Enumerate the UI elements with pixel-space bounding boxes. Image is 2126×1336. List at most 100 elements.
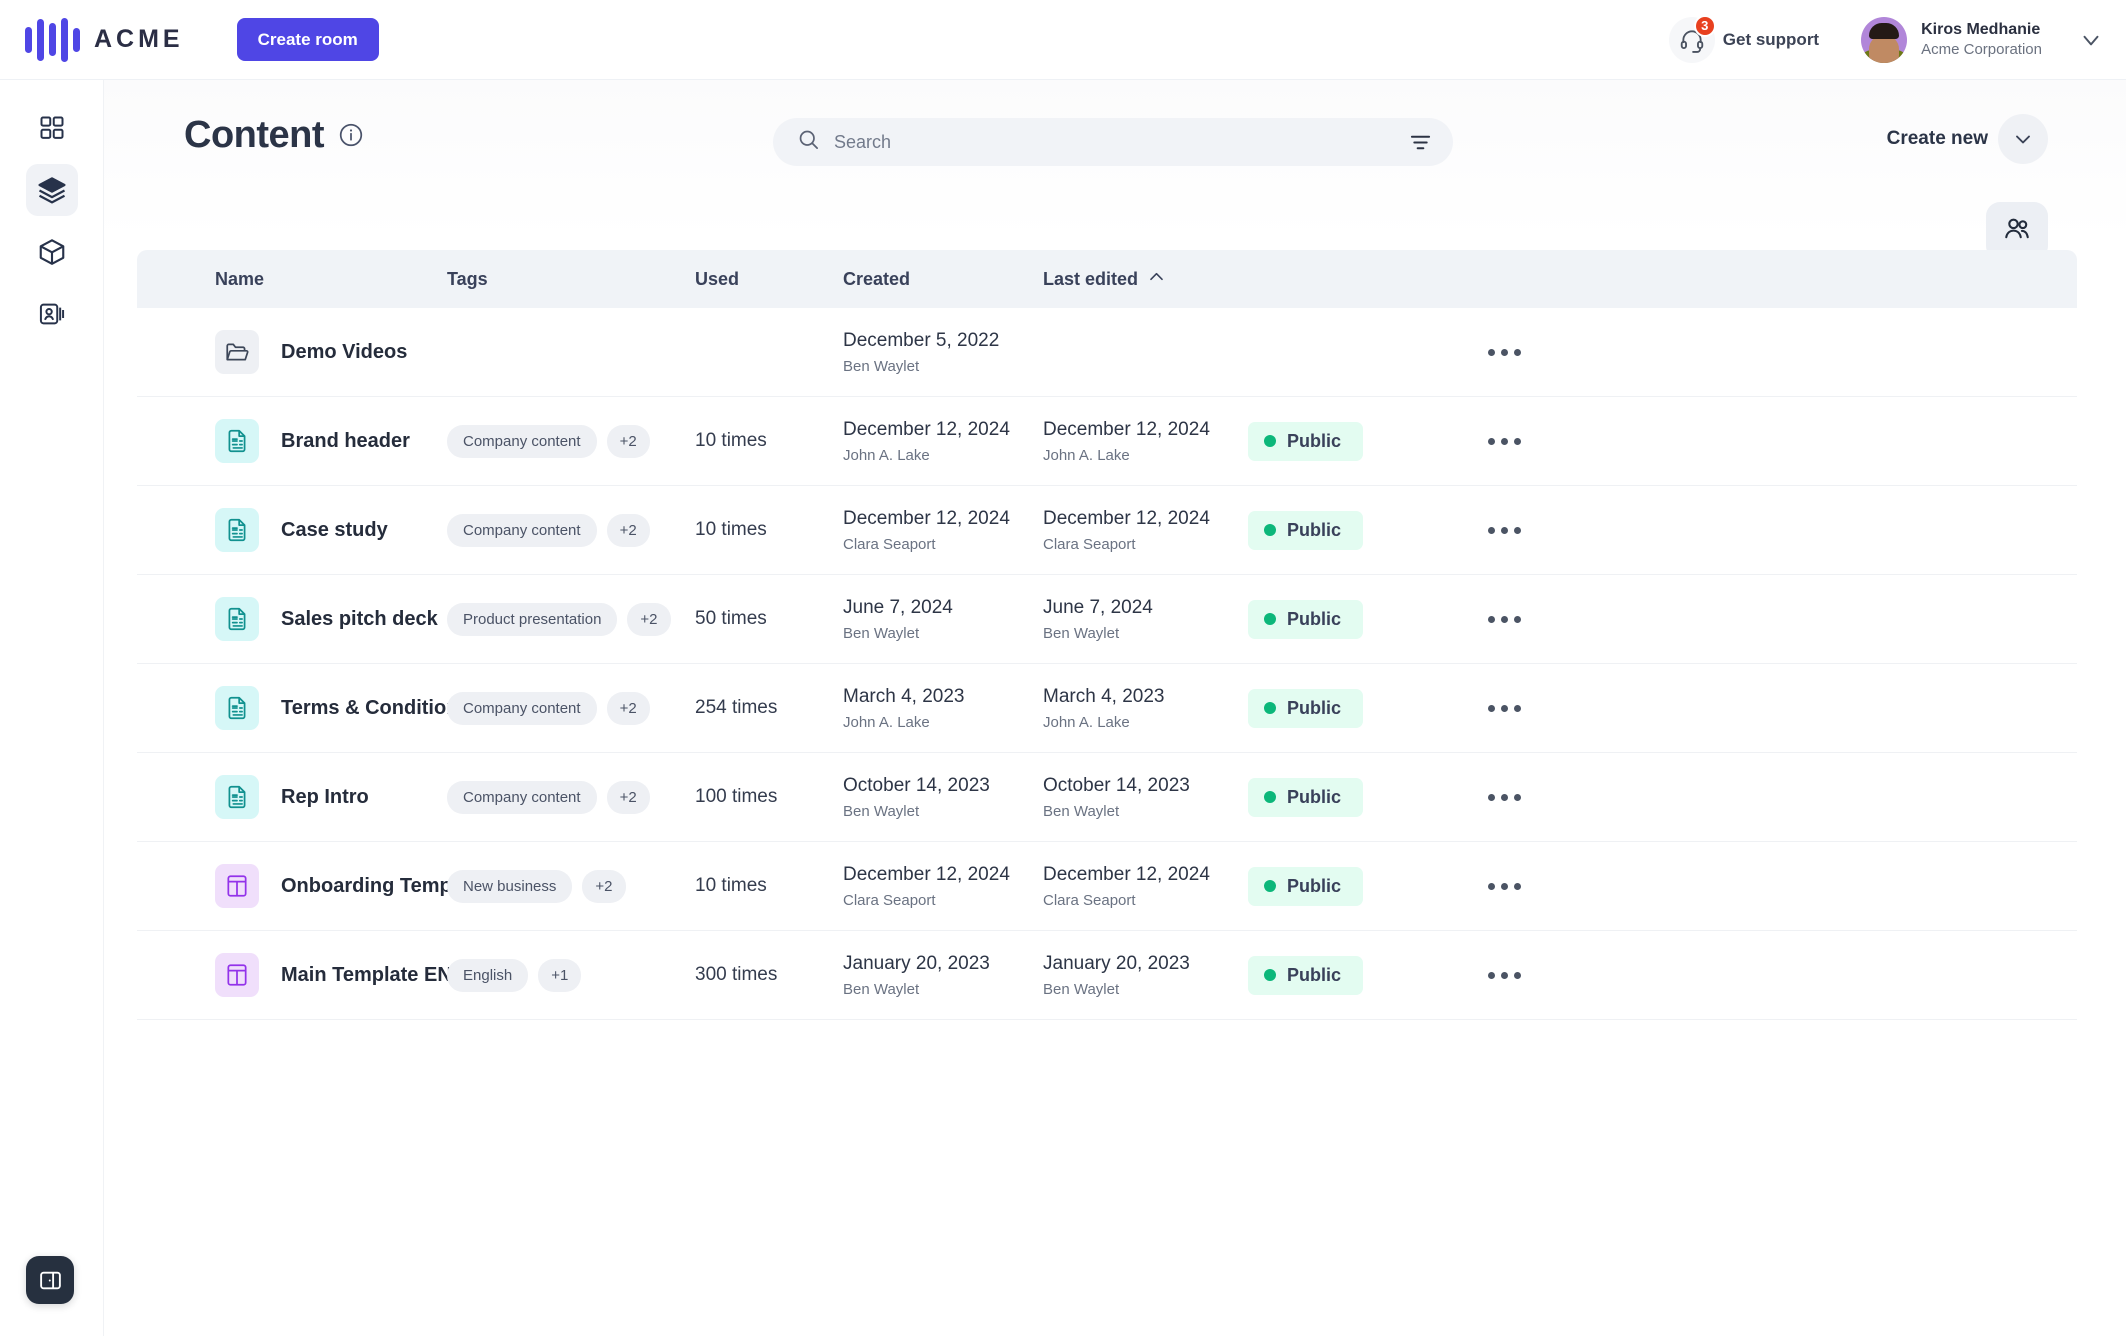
table-row[interactable]: Main Template ENG English +1 300 times Ja… [137, 931, 2077, 1020]
user-menu[interactable]: Kiros Medhanie Acme Corporation [1861, 16, 2042, 63]
item-name[interactable]: Rep Intro [281, 786, 369, 809]
column-header-last-edited[interactable]: Last edited [1043, 267, 1248, 291]
edited-by: Ben Waylet [1043, 980, 1120, 998]
row-more-actions-button[interactable] [1480, 608, 1529, 631]
search-bar[interactable] [773, 118, 1453, 166]
column-header-name[interactable]: Name [215, 269, 264, 290]
table-row[interactable]: Demo Videos December 5, 2022 Ben Waylet [137, 308, 2077, 397]
tag-overflow-chip[interactable]: +2 [606, 424, 650, 458]
sidebar-rail [0, 80, 104, 1336]
status-cell: Public [1248, 955, 1438, 995]
item-name[interactable]: Sales pitch deck [281, 608, 438, 631]
info-icon[interactable] [338, 122, 364, 148]
table-row[interactable]: Rep Intro Company content +2 100 times Oc… [137, 753, 2077, 842]
row-more-actions-button[interactable] [1480, 519, 1529, 542]
document-icon [215, 775, 259, 819]
tag-overflow-chip[interactable]: +2 [606, 691, 650, 725]
search-input[interactable] [834, 131, 1395, 153]
tag-overflow-chip[interactable]: +2 [627, 602, 671, 636]
row-more-actions-button[interactable] [1480, 786, 1529, 809]
table-row[interactable]: Case study Company content +2 10 times De… [137, 486, 2077, 575]
tag-overflow-chip[interactable]: +2 [606, 780, 650, 814]
column-header-tags[interactable]: Tags [447, 269, 488, 290]
created-cell: March 4, 2023 John A. Lake [843, 685, 1043, 731]
edited-by: Clara Seaport [1043, 891, 1136, 909]
tag-chip[interactable]: New business [447, 869, 573, 903]
row-more-actions-button[interactable] [1480, 875, 1529, 898]
table-row[interactable]: Brand header Company content +2 10 times … [137, 397, 2077, 486]
table-row[interactable]: Onboarding Template ENG New business +2 1… [137, 842, 2077, 931]
last-edited-cell: June 7, 2024 Ben Waylet [1043, 596, 1248, 642]
column-header-created[interactable]: Created [843, 269, 910, 289]
tag-chip[interactable]: Company content [447, 691, 597, 725]
sidebar-item-products[interactable] [26, 226, 78, 278]
create-new-button[interactable]: Create new [1887, 114, 2048, 164]
used-count: 10 times [695, 519, 767, 540]
get-support-label: Get support [1722, 29, 1820, 49]
tag-chip[interactable]: Company content [447, 780, 597, 814]
tags-cell: New business +2 [447, 869, 695, 903]
item-name[interactable]: Case study [281, 519, 388, 542]
people-icon [2003, 215, 2031, 248]
create-room-button[interactable]: Create room [236, 18, 379, 61]
item-name[interactable]: Brand header [281, 430, 410, 453]
tag-chip[interactable]: English [447, 958, 529, 992]
table-row[interactable]: Terms & Conditions Company content +2 254… [137, 664, 2077, 753]
status-label: Public [1287, 608, 1342, 629]
created-by: John A. Lake [843, 446, 930, 464]
content-table: Name Tags Used Created Last edited Demo … [137, 250, 2077, 1020]
status-cell: Public [1248, 688, 1438, 728]
tag-chip[interactable]: Company content [447, 513, 597, 547]
tag-overflow-chip[interactable]: +2 [606, 513, 650, 547]
tag-chip[interactable]: Product presentation [447, 602, 618, 636]
tags-cell: Product presentation +2 [447, 602, 695, 636]
sidebar-item-dashboard[interactable] [26, 102, 78, 154]
created-cell: June 7, 2024 Ben Waylet [843, 596, 1043, 642]
status-dot-icon [1264, 791, 1276, 803]
item-name[interactable]: Main Template ENG [281, 964, 467, 987]
created-by: Ben Waylet [843, 624, 920, 642]
row-more-actions-button[interactable] [1480, 430, 1529, 453]
last-edited-cell: December 12, 2024 John A. Lake [1043, 418, 1248, 464]
status-dot-icon [1264, 969, 1276, 981]
last-edited-cell: December 12, 2024 Clara Seaport [1043, 507, 1248, 553]
sidebar-item-contacts[interactable] [26, 288, 78, 340]
brand-logo[interactable]: ACME [25, 17, 184, 62]
item-name[interactable]: Demo Videos [281, 341, 407, 364]
tag-overflow-chip[interactable]: +1 [538, 958, 582, 992]
row-more-actions-button[interactable] [1480, 341, 1529, 364]
page-title: Content [184, 113, 325, 156]
row-more-actions-button[interactable] [1480, 697, 1529, 720]
created-by: Ben Waylet [843, 802, 920, 820]
item-name[interactable]: Terms & Conditions [281, 697, 470, 720]
tags-cell: Company content +2 [447, 780, 695, 814]
sidebar-panel-toggle-button[interactable] [26, 1256, 74, 1304]
edited-date: December 12, 2024 [1043, 864, 1210, 886]
filter-icon[interactable] [1409, 131, 1431, 153]
tag-overflow-chip[interactable]: +2 [582, 869, 626, 903]
row-more-actions-button[interactable] [1480, 964, 1529, 987]
last-edited-cell: December 12, 2024 Clara Seaport [1043, 863, 1248, 909]
user-menu-chevron-down-icon[interactable] [2078, 27, 2104, 53]
created-by: Clara Seaport [843, 535, 936, 553]
create-new-chevron-down-icon[interactable] [1998, 114, 2048, 164]
tag-chip[interactable]: Company content [447, 424, 597, 458]
get-support-button[interactable]: 3 Get support [1668, 14, 1820, 63]
tags-cell: Company content +2 [447, 513, 695, 547]
table-row[interactable]: Sales pitch deck Product presentation +2 … [137, 575, 2077, 664]
edited-date: June 7, 2024 [1043, 597, 1153, 619]
user-organization: Acme Corporation [1921, 41, 2042, 59]
status-badge: Public [1248, 421, 1364, 461]
used-count: 50 times [695, 608, 767, 629]
created-cell: December 12, 2024 Clara Seaport [843, 863, 1043, 909]
status-label: Public [1287, 786, 1342, 807]
document-icon [215, 419, 259, 463]
status-dot-icon [1264, 702, 1276, 714]
created-date: June 7, 2024 [843, 597, 953, 619]
status-badge: Public [1248, 599, 1364, 639]
column-header-used[interactable]: Used [695, 269, 739, 289]
sidebar-item-content[interactable] [25, 164, 78, 216]
status-label: Public [1287, 430, 1342, 451]
created-by: John A. Lake [843, 713, 930, 731]
page-header: Content Create new [104, 80, 2126, 260]
